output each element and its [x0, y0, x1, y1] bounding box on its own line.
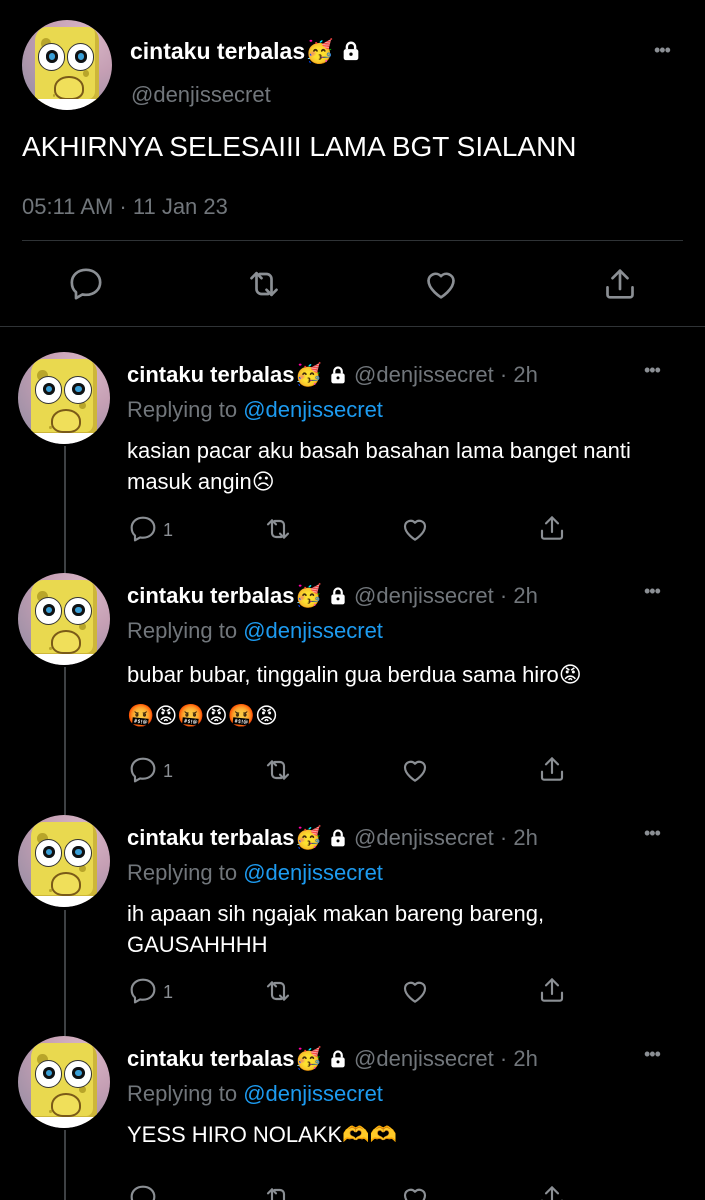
action-bar: 1 [0, 972, 705, 1012]
share-icon[interactable] [536, 974, 568, 1006]
avatar[interactable] [18, 352, 110, 444]
tweet-text: ih apaan sih ngajak makan bareng bareng,… [127, 901, 545, 957]
timestamp[interactable]: 2h [513, 362, 537, 387]
handle[interactable]: @denjissecret [354, 1046, 494, 1071]
display-name[interactable]: cintaku terbalas🥳 [130, 38, 362, 68]
retweet-icon[interactable] [262, 1182, 294, 1200]
more-icon[interactable]: ••• [654, 40, 671, 61]
reply-icon[interactable] [127, 975, 159, 1007]
more-icon[interactable]: ••• [644, 360, 661, 381]
reply-count: 1 [163, 520, 174, 540]
divider [22, 240, 683, 241]
name-emoji: 🥳 [294, 1046, 322, 1071]
replying-prefix: Replying to [127, 860, 244, 885]
reply-icon[interactable] [66, 264, 106, 304]
tweet-text: AKHIRNYA SELESAIII LAMA BGT SIALANN [22, 131, 577, 162]
thread-connector [64, 667, 66, 815]
retweet-icon[interactable] [262, 975, 294, 1007]
separator: · [493, 362, 514, 387]
more-icon[interactable]: ••• [644, 823, 661, 844]
section-divider [0, 326, 705, 327]
display-name-text: cintaku terbalas [130, 38, 306, 64]
display-name[interactable]: cintaku terbalas [127, 1046, 295, 1071]
display-name[interactable]: cintaku terbalas [127, 825, 295, 850]
lock-icon [328, 365, 348, 391]
replying-to: Replying to @denjissecret [127, 1081, 383, 1107]
avatar[interactable] [22, 20, 112, 110]
retweet-icon[interactable] [244, 264, 284, 304]
display-name[interactable]: cintaku terbalas [127, 362, 295, 387]
lock-icon [340, 40, 362, 68]
mention-link[interactable]: @denjissecret [243, 397, 383, 422]
handle[interactable]: @denjissecret [354, 362, 494, 387]
name-emoji: 🥳 [305, 38, 334, 64]
reply-header: cintaku terbalas🥳 @denjissecret · 2h [127, 825, 538, 854]
replying-to: Replying to @denjissecret [127, 860, 383, 886]
separator: · [493, 1046, 514, 1071]
more-icon[interactable]: ••• [644, 1044, 661, 1065]
retweet-icon[interactable] [262, 754, 294, 786]
reply-header: cintaku terbalas🥳 @denjissecret · 2h [127, 362, 538, 391]
timestamp[interactable]: 2h [513, 825, 537, 850]
like-icon[interactable] [399, 754, 431, 786]
action-bar: 1 [0, 751, 705, 791]
reply-header: cintaku terbalas🥳 @denjissecret · 2h [127, 1046, 538, 1075]
handle[interactable]: @denjissecret [131, 82, 271, 108]
handle[interactable]: @denjissecret [354, 583, 494, 608]
reply-count: 1 [163, 982, 174, 1002]
like-icon[interactable] [399, 1182, 431, 1200]
separator: · [493, 825, 514, 850]
display-name[interactable]: cintaku terbalas [127, 583, 295, 608]
tweet-text: kasian pacar aku basah basahan lama bang… [127, 438, 631, 494]
more-icon[interactable]: ••• [644, 581, 661, 602]
reply-icon[interactable] [127, 513, 159, 545]
lock-icon [328, 828, 348, 854]
mention-link[interactable]: @denjissecret [243, 860, 383, 885]
replying-prefix: Replying to [127, 618, 244, 643]
replying-to: Replying to @denjissecret [127, 397, 383, 423]
replying-prefix: Replying to [127, 397, 244, 422]
like-icon[interactable] [399, 975, 431, 1007]
avatar[interactable] [18, 815, 110, 907]
like-icon[interactable] [421, 264, 461, 304]
avatar[interactable] [18, 573, 110, 665]
retweet-icon[interactable] [262, 513, 294, 545]
mention-link[interactable]: @denjissecret [243, 1081, 383, 1106]
replying-to: Replying to @denjissecret [127, 618, 383, 644]
separator: · [493, 583, 514, 608]
reply-header: cintaku terbalas🥳 @denjissecret · 2h [127, 583, 538, 612]
name-emoji: 🥳 [294, 825, 322, 850]
timestamp[interactable]: 2h [513, 1046, 537, 1071]
tweet-text: YESS HIRO NOLAKK🫶🫶 [127, 1122, 397, 1147]
reply-icon[interactable] [127, 754, 159, 786]
share-icon[interactable] [536, 512, 568, 544]
replying-prefix: Replying to [127, 1081, 244, 1106]
action-bar: 1 [0, 510, 705, 550]
action-bar [0, 1182, 705, 1200]
like-icon[interactable] [399, 513, 431, 545]
reply-icon[interactable] [127, 1182, 159, 1200]
reply-count: 1 [163, 761, 174, 781]
share-icon[interactable] [536, 1182, 568, 1200]
share-icon[interactable] [536, 753, 568, 785]
timestamp[interactable]: 05:11 AM · 11 Jan 23 [22, 194, 228, 220]
lock-icon [328, 1049, 348, 1075]
handle[interactable]: @denjissecret [354, 825, 494, 850]
name-emoji: 🥳 [294, 362, 322, 387]
share-icon[interactable] [600, 264, 640, 304]
tweet-text: bubar bubar, tinggalin gua berdua sama h… [127, 662, 582, 728]
timestamp[interactable]: 2h [513, 583, 537, 608]
name-emoji: 🥳 [294, 583, 322, 608]
lock-icon [328, 586, 348, 612]
mention-link[interactable]: @denjissecret [243, 618, 383, 643]
avatar[interactable] [18, 1036, 110, 1128]
